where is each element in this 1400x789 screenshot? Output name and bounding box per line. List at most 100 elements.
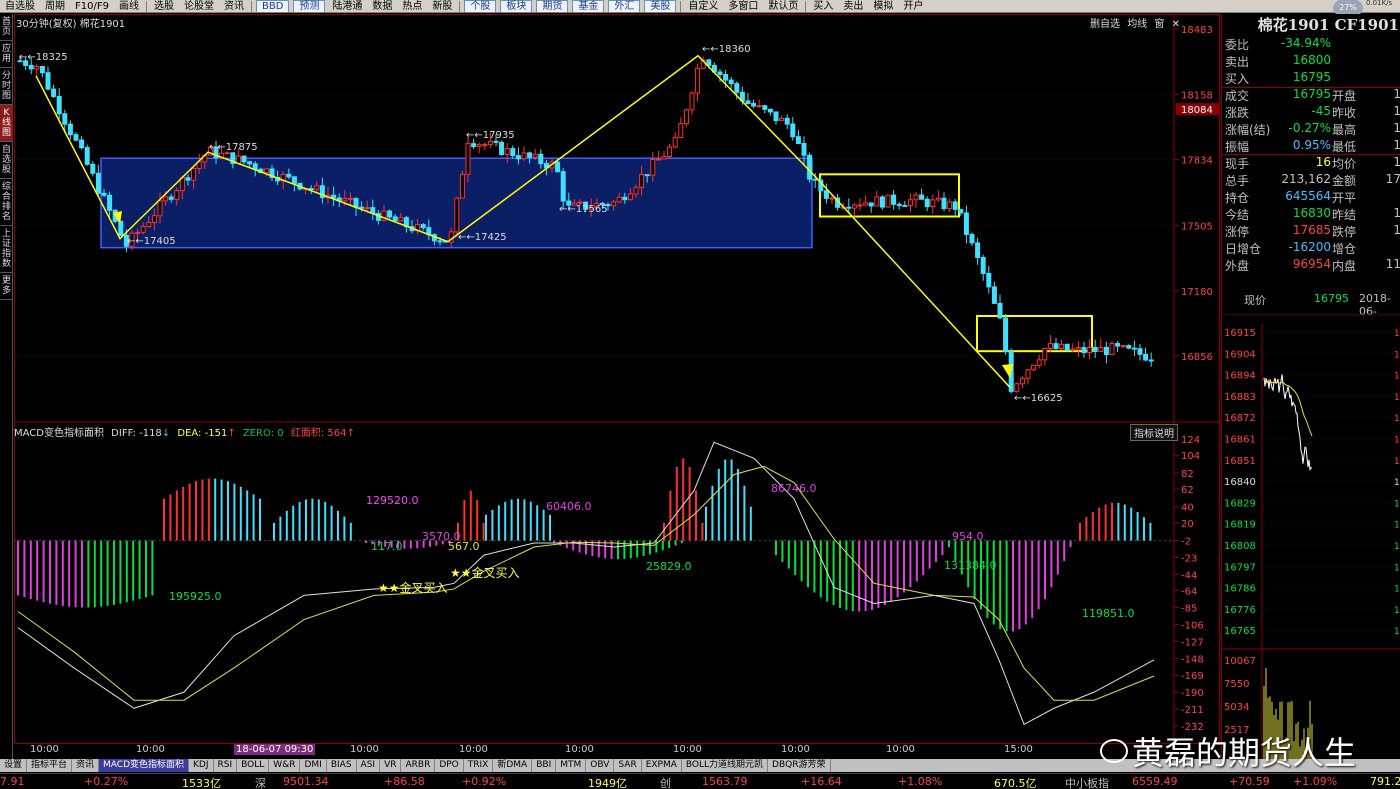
time-axis-label: 10:00 <box>886 744 915 755</box>
indicator-tab[interactable]: KDJ <box>189 759 214 772</box>
menu-item[interactable]: 模拟 <box>868 0 898 12</box>
menu-item[interactable]: 自选股 <box>0 0 40 12</box>
menu-item[interactable]: 买入 <box>808 0 838 12</box>
indicator-tab[interactable]: VR <box>380 759 402 772</box>
indicator-tab[interactable]: DBQR游芳荣 <box>768 759 831 772</box>
left-nav-item[interactable]: 上证指数 <box>0 226 13 273</box>
menu-item[interactable]: 论股堂 <box>179 0 219 12</box>
macd-tick-label: -127 <box>1181 637 1204 648</box>
menu-item[interactable]: 画线 <box>114 0 144 12</box>
menu-item[interactable]: 周期 <box>40 0 70 12</box>
menu-item[interactable]: BBD <box>255 0 290 12</box>
macd-tick-label: -2 <box>1181 537 1191 548</box>
indicator-tab[interactable]: 设置 <box>0 759 28 772</box>
indicator-tab[interactable]: 资讯 <box>72 759 100 772</box>
indicator-tab[interactable]: W&R <box>269 759 301 772</box>
candle-body <box>801 142 807 156</box>
menu-item[interactable]: 期货 <box>536 0 569 12</box>
menu-item[interactable]: 卖出 <box>838 0 868 12</box>
menu-item[interactable]: 预测 <box>293 0 326 12</box>
menu-item[interactable]: F10/F9 <box>70 0 114 12</box>
indicator-tab[interactable]: DMI <box>300 759 327 772</box>
left-nav-item[interactable]: 综合排名 <box>0 179 13 226</box>
menu-item[interactable]: 数据 <box>367 0 397 12</box>
intraday-mini-chart[interactable]: 16915 16915 16904 16904 16894 16894 16883 16883… <box>1222 314 1400 759</box>
status-value: 1563.79 <box>702 775 748 788</box>
status-value: +86.58 <box>384 775 425 788</box>
indicator-tab[interactable]: BOLL力道线期元凯 <box>682 759 769 772</box>
menu-item[interactable]: 自定义 <box>683 0 723 12</box>
remove-watchlist-button[interactable]: 删自选 <box>1090 19 1120 30</box>
indicator-tab[interactable]: SAR <box>614 759 642 772</box>
mini-pct-tick: 16894 <box>1394 372 1400 382</box>
indicator-tab[interactable]: BOLL <box>237 759 270 772</box>
kline-chart-area[interactable]: 18483 18158 17834 17505 17180 16856 18084 ←←183… <box>14 14 1220 759</box>
macd-area-label: 195925.0 <box>169 590 222 603</box>
left-nav-item[interactable]: K线图 <box>0 105 13 142</box>
price-tick-label: 17180 <box>1181 287 1213 298</box>
price-tick-label: 18483 <box>1181 25 1213 36</box>
price-annotation: ←←17405 <box>127 236 176 247</box>
left-nav-item[interactable]: 应用 <box>0 41 13 68</box>
quote-value-secondary: 1 <box>1393 206 1400 220</box>
candle-body <box>790 123 796 138</box>
indicator-tab[interactable]: BIAS <box>327 759 357 772</box>
candle-body <box>263 168 269 174</box>
menu-item[interactable]: 新股 <box>427 0 457 12</box>
indicator-tab[interactable]: DPO <box>435 759 464 772</box>
menu-item[interactable]: 资讯 <box>219 0 249 12</box>
indicator-tab[interactable]: ARBR <box>401 759 436 772</box>
left-nav-item[interactable]: 分时图 <box>0 68 13 105</box>
left-nav-item[interactable]: 自选股 <box>0 142 13 179</box>
menu-item[interactable]: 板块 <box>500 0 533 12</box>
menu-item[interactable]: 多窗口 <box>723 0 763 12</box>
kline-chart-svg[interactable]: 18483 18158 17834 17505 17180 16856 18084 ←←183… <box>14 14 1220 744</box>
left-nav-item[interactable]: 更多 <box>0 273 13 300</box>
menu-item[interactable]: 选股 <box>149 0 179 12</box>
indicator-tab[interactable]: RSI <box>214 759 238 772</box>
candle-body <box>252 163 258 170</box>
menu-item[interactable]: 外汇 <box>608 0 641 12</box>
menu-item[interactable]: 开户 <box>898 0 928 12</box>
indicator-tab[interactable]: BBI <box>532 759 557 772</box>
candle-body <box>745 100 751 105</box>
indicator-tab[interactable]: MTM <box>556 759 587 772</box>
quote-label-secondary: 内盘 <box>1332 259 1357 273</box>
candle-body <box>1109 343 1115 356</box>
window-button[interactable]: 窗 <box>1154 19 1164 30</box>
menu-item[interactable]: 个股 <box>464 0 497 12</box>
macd-tick-label: -23 <box>1181 554 1197 565</box>
quote-value-secondary: 11 <box>1385 257 1400 271</box>
mini-pct-tick: 16829 <box>1394 499 1400 509</box>
mini-price-tick: 16840 <box>1224 477 1256 488</box>
quote-value-secondary: 1 <box>1393 104 1400 118</box>
time-axis-label: 10:00 <box>673 744 702 755</box>
menu-item[interactable]: 美股 <box>644 0 677 12</box>
mini-price-tick: 16872 <box>1224 413 1256 424</box>
indicator-tab[interactable]: 新DMA <box>493 759 533 772</box>
candle-body <box>655 158 661 161</box>
menu-item[interactable]: 默认页 <box>763 0 803 12</box>
quote-value: -16200 <box>1288 240 1331 254</box>
menu-item[interactable]: 陆港通 <box>327 0 367 12</box>
left-nav-item[interactable]: 首页 <box>0 14 13 41</box>
quote-row: 涨跌 -45昨收 1 <box>1222 104 1400 121</box>
menu-item[interactable]: 基金 <box>572 0 605 12</box>
indicator-help-button[interactable]: 指标说明 <box>1130 424 1178 441</box>
indicator-tab[interactable]: TRIX <box>464 759 494 772</box>
menu-item[interactable]: 热点 <box>397 0 427 12</box>
current-price-marker-label: 18084 <box>1181 105 1213 116</box>
mini-pct-tick: 16851 <box>1394 457 1400 467</box>
close-icon[interactable]: ✕ <box>1172 19 1180 30</box>
indicator-tab[interactable]: ASI <box>357 759 381 772</box>
price-annotation-value: 17935 <box>483 130 515 141</box>
indicator-tab[interactable]: OBV <box>586 759 615 772</box>
candle-body <box>471 143 477 148</box>
candle-body <box>627 193 633 201</box>
indicator-tab[interactable]: 指标平台 <box>27 759 73 772</box>
indicator-tab[interactable]: EXPMA <box>642 759 682 772</box>
price-tick-label: 17834 <box>1181 155 1213 166</box>
candle-body <box>846 206 852 209</box>
indicator-tab[interactable]: MACD变色指标面积 <box>99 759 190 772</box>
moving-average-button[interactable]: 均线 <box>1127 19 1147 30</box>
